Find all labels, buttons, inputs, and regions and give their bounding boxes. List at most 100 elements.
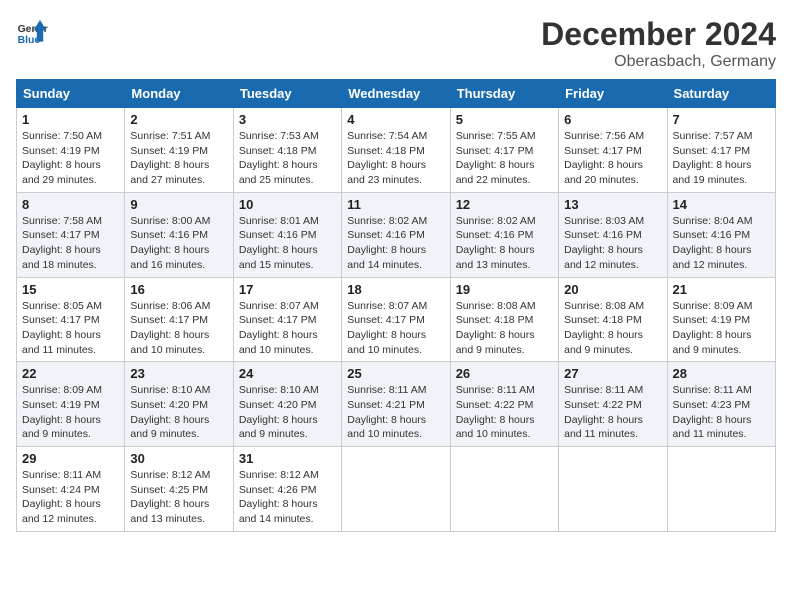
day-info: Sunrise: 8:01 AMSunset: 4:16 PMDaylight:… xyxy=(239,214,336,273)
day-number: 6 xyxy=(564,112,661,127)
calendar-cell: 11 Sunrise: 8:02 AMSunset: 4:16 PMDayligh… xyxy=(342,192,450,277)
day-info: Sunrise: 8:07 AMSunset: 4:17 PMDaylight:… xyxy=(347,299,444,358)
day-number: 7 xyxy=(673,112,770,127)
calendar-cell: 8 Sunrise: 7:58 AMSunset: 4:17 PMDaylight… xyxy=(17,192,125,277)
col-tuesday: Tuesday xyxy=(233,80,341,108)
calendar-body: 1 Sunrise: 7:50 AMSunset: 4:19 PMDaylight… xyxy=(17,108,776,532)
col-monday: Monday xyxy=(125,80,233,108)
calendar-cell: 9 Sunrise: 8:00 AMSunset: 4:16 PMDaylight… xyxy=(125,192,233,277)
calendar-week-row: 1 Sunrise: 7:50 AMSunset: 4:19 PMDaylight… xyxy=(17,108,776,193)
day-info: Sunrise: 7:54 AMSunset: 4:18 PMDaylight:… xyxy=(347,129,444,188)
day-number: 2 xyxy=(130,112,227,127)
day-info: Sunrise: 8:03 AMSunset: 4:16 PMDaylight:… xyxy=(564,214,661,273)
day-info: Sunrise: 8:11 AMSunset: 4:22 PMDaylight:… xyxy=(456,383,553,442)
col-thursday: Thursday xyxy=(450,80,558,108)
day-number: 15 xyxy=(22,282,119,297)
col-friday: Friday xyxy=(559,80,667,108)
col-wednesday: Wednesday xyxy=(342,80,450,108)
day-number: 1 xyxy=(22,112,119,127)
day-info: Sunrise: 8:11 AMSunset: 4:21 PMDaylight:… xyxy=(347,383,444,442)
day-info: Sunrise: 8:09 AMSunset: 4:19 PMDaylight:… xyxy=(22,383,119,442)
calendar-cell: 20Sunrise: 8:08 AMSunset: 4:18 PMDayligh… xyxy=(559,277,667,362)
day-number: 4 xyxy=(347,112,444,127)
logo-icon: General Blue xyxy=(16,16,48,48)
day-info: Sunrise: 7:58 AMSunset: 4:17 PMDaylight:… xyxy=(22,214,119,273)
logo: General Blue xyxy=(16,16,48,48)
day-info: Sunrise: 8:02 AMSunset: 4:16 PMDaylight:… xyxy=(347,214,444,273)
page-title: December 2024 xyxy=(541,16,776,53)
day-info: Sunrise: 8:11 AMSunset: 4:24 PMDaylight:… xyxy=(22,468,119,527)
calendar-cell xyxy=(667,447,775,532)
day-info: Sunrise: 8:08 AMSunset: 4:18 PMDaylight:… xyxy=(564,299,661,358)
col-saturday: Saturday xyxy=(667,80,775,108)
day-number: 31 xyxy=(239,451,336,466)
day-info: Sunrise: 7:56 AMSunset: 4:17 PMDaylight:… xyxy=(564,129,661,188)
calendar-cell: 14Sunrise: 8:04 AMSunset: 4:16 PMDayligh… xyxy=(667,192,775,277)
page-subtitle: Oberasbach, Germany xyxy=(541,53,776,71)
day-info: Sunrise: 7:55 AMSunset: 4:17 PMDaylight:… xyxy=(456,129,553,188)
day-info: Sunrise: 8:02 AMSunset: 4:16 PMDaylight:… xyxy=(456,214,553,273)
calendar-cell: 3Sunrise: 7:53 AMSunset: 4:18 PMDaylight… xyxy=(233,108,341,193)
day-number: 8 xyxy=(22,197,119,212)
day-info: Sunrise: 7:50 AMSunset: 4:19 PMDaylight:… xyxy=(22,129,119,188)
day-number: 3 xyxy=(239,112,336,127)
day-number: 28 xyxy=(673,366,770,381)
calendar-cell xyxy=(559,447,667,532)
day-info: Sunrise: 8:10 AMSunset: 4:20 PMDaylight:… xyxy=(239,383,336,442)
calendar-cell: 19 Sunrise: 8:08 AMSunset: 4:18 PMDayligh… xyxy=(450,277,558,362)
day-number: 10 xyxy=(239,197,336,212)
calendar-cell: 1 Sunrise: 7:50 AMSunset: 4:19 PMDaylight… xyxy=(17,108,125,193)
col-sunday: Sunday xyxy=(17,80,125,108)
calendar-cell xyxy=(450,447,558,532)
calendar-cell: 10 Sunrise: 8:01 AMSunset: 4:16 PMDayligh… xyxy=(233,192,341,277)
day-info: Sunrise: 7:57 AMSunset: 4:17 PMDaylight:… xyxy=(673,129,770,188)
calendar-cell: 16 Sunrise: 8:06 AMSunset: 4:17 PMDayligh… xyxy=(125,277,233,362)
calendar-cell: 28 Sunrise: 8:11 AMSunset: 4:23 PMDayligh… xyxy=(667,362,775,447)
calendar-cell: 22Sunrise: 8:09 AMSunset: 4:19 PMDayligh… xyxy=(17,362,125,447)
calendar-cell: 7 Sunrise: 7:57 AMSunset: 4:17 PMDaylight… xyxy=(667,108,775,193)
day-number: 21 xyxy=(673,282,770,297)
day-number: 23 xyxy=(130,366,227,381)
calendar-cell: 18Sunrise: 8:07 AMSunset: 4:17 PMDayligh… xyxy=(342,277,450,362)
day-number: 16 xyxy=(130,282,227,297)
calendar-cell: 4 Sunrise: 7:54 AMSunset: 4:18 PMDaylight… xyxy=(342,108,450,193)
calendar-cell: 31 Sunrise: 8:12 AMSunset: 4:26 PMDayligh… xyxy=(233,447,341,532)
day-info: Sunrise: 8:04 AMSunset: 4:16 PMDaylight:… xyxy=(673,214,770,273)
day-number: 29 xyxy=(22,451,119,466)
day-number: 9 xyxy=(130,197,227,212)
day-number: 19 xyxy=(456,282,553,297)
calendar-header-row: Sunday Monday Tuesday Wednesday Thursday… xyxy=(17,80,776,108)
day-info: Sunrise: 7:51 AMSunset: 4:19 PMDaylight:… xyxy=(130,129,227,188)
day-info: Sunrise: 8:05 AMSunset: 4:17 PMDaylight:… xyxy=(22,299,119,358)
calendar-week-row: 29 Sunrise: 8:11 AMSunset: 4:24 PMDayligh… xyxy=(17,447,776,532)
calendar-cell: 2 Sunrise: 7:51 AMSunset: 4:19 PMDaylight… xyxy=(125,108,233,193)
day-info: Sunrise: 8:11 AMSunset: 4:23 PMDaylight:… xyxy=(673,383,770,442)
day-info: Sunrise: 8:06 AMSunset: 4:17 PMDaylight:… xyxy=(130,299,227,358)
calendar-week-row: 8 Sunrise: 7:58 AMSunset: 4:17 PMDaylight… xyxy=(17,192,776,277)
day-number: 30 xyxy=(130,451,227,466)
calendar-table: Sunday Monday Tuesday Wednesday Thursday… xyxy=(16,79,776,532)
calendar-cell: 13 Sunrise: 8:03 AMSunset: 4:16 PMDayligh… xyxy=(559,192,667,277)
day-number: 25 xyxy=(347,366,444,381)
day-number: 13 xyxy=(564,197,661,212)
day-info: Sunrise: 8:11 AMSunset: 4:22 PMDaylight:… xyxy=(564,383,661,442)
day-info: Sunrise: 8:08 AMSunset: 4:18 PMDaylight:… xyxy=(456,299,553,358)
day-info: Sunrise: 8:12 AMSunset: 4:26 PMDaylight:… xyxy=(239,468,336,527)
calendar-cell: 26Sunrise: 8:11 AMSunset: 4:22 PMDayligh… xyxy=(450,362,558,447)
calendar-cell: 25 Sunrise: 8:11 AMSunset: 4:21 PMDayligh… xyxy=(342,362,450,447)
day-info: Sunrise: 8:12 AMSunset: 4:25 PMDaylight:… xyxy=(130,468,227,527)
day-number: 12 xyxy=(456,197,553,212)
day-number: 11 xyxy=(347,197,444,212)
calendar-cell: 15 Sunrise: 8:05 AMSunset: 4:17 PMDayligh… xyxy=(17,277,125,362)
calendar-cell: 6 Sunrise: 7:56 AMSunset: 4:17 PMDaylight… xyxy=(559,108,667,193)
day-number: 24 xyxy=(239,366,336,381)
day-info: Sunrise: 8:10 AMSunset: 4:20 PMDaylight:… xyxy=(130,383,227,442)
header: General Blue December 2024 Oberasbach, G… xyxy=(16,16,776,71)
calendar-cell: 17 Sunrise: 8:07 AMSunset: 4:17 PMDayligh… xyxy=(233,277,341,362)
calendar-cell: 27Sunrise: 8:11 AMSunset: 4:22 PMDayligh… xyxy=(559,362,667,447)
day-number: 17 xyxy=(239,282,336,297)
day-info: Sunrise: 8:00 AMSunset: 4:16 PMDaylight:… xyxy=(130,214,227,273)
day-info: Sunrise: 8:07 AMSunset: 4:17 PMDaylight:… xyxy=(239,299,336,358)
calendar-cell: 21Sunrise: 8:09 AMSunset: 4:19 PMDayligh… xyxy=(667,277,775,362)
calendar-cell xyxy=(342,447,450,532)
